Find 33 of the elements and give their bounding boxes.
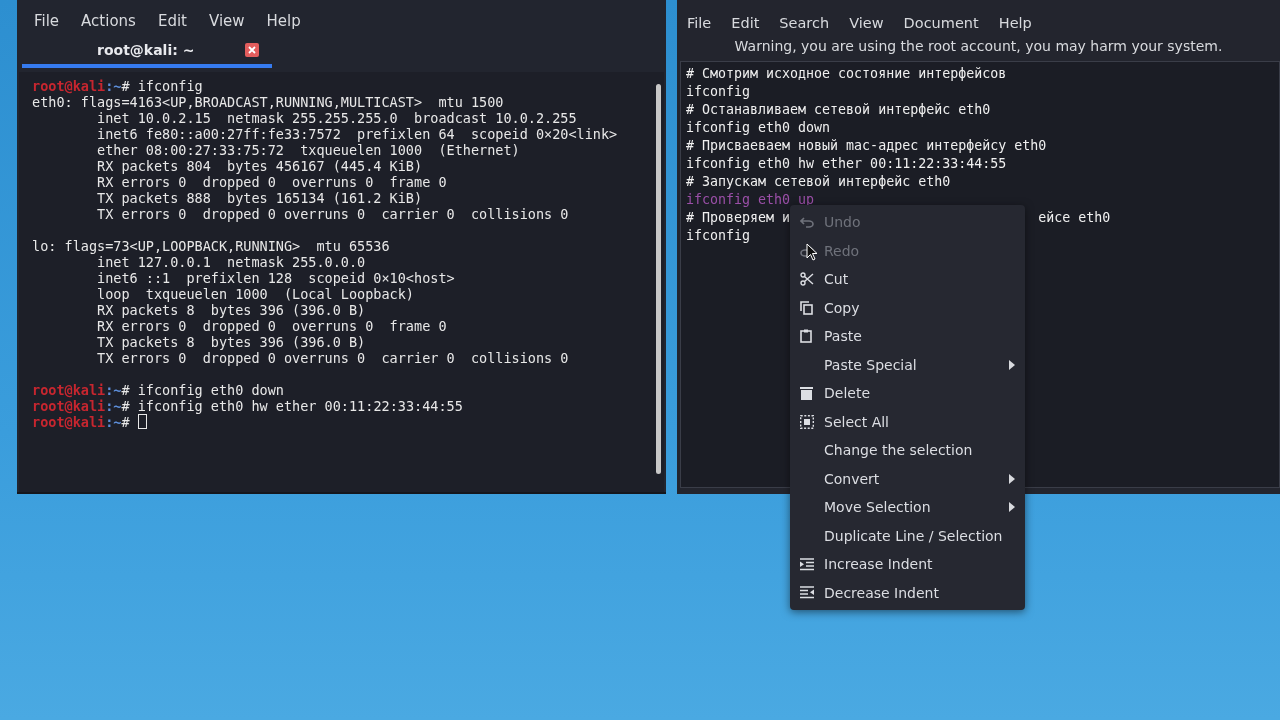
terminal-line: ether 08:00:27:33:75:72 txqueuelen 1000 (Ethernet) xyxy=(96,142,521,158)
terminal-line: root@kali:~# ifconfig eth0 hw ether 00:11:22:33:44:55 xyxy=(32,398,464,414)
tab-title: root@kali: ~ xyxy=(97,42,195,58)
editor-line: ifconfig xyxy=(686,228,751,243)
editor-line: # Останавливаем сетевой интерфейс eth0 xyxy=(686,102,991,117)
terminal-line: eth0: flags=4163<UP,BROADCAST,RUNNING,MULTICAST> mtu 1500 xyxy=(32,94,505,110)
terminal-line: RX errors 0 dropped 0 overruns 0 frame 0 xyxy=(96,174,448,190)
terminal-line: RX packets 8 bytes 396 (396.0 B) xyxy=(96,302,367,318)
terminal-line: inet 10.0.2.15 netmask 255.255.255.0 broadcast 10.0.2.255 xyxy=(96,110,578,126)
terminal-line: RX errors 0 dropped 0 overruns 0 frame 0 xyxy=(96,318,448,334)
terminal-line: root@kali:~# xyxy=(32,414,641,430)
terminal-line: TX packets 8 bytes 396 (396.0 B) xyxy=(96,334,367,350)
terminal-line: inet 127.0.0.1 netmask 255.0.0.0 xyxy=(96,254,367,270)
terminal-line: TX errors 0 dropped 0 overruns 0 carrier 0 collisions 0 xyxy=(96,206,570,222)
terminal-line: TX packets 888 bytes 165134 (161.2 KiB) xyxy=(96,190,424,206)
editor-line: ifconfig xyxy=(686,84,751,99)
editor-line: ейсе eth0 xyxy=(1038,209,1111,227)
terminal-line: inet6 ::1 prefixlen 128 scopeid 0×10<host> xyxy=(96,270,456,286)
editor-line: ifconfig eth0 up xyxy=(686,192,815,207)
terminal-line: root@kali:~# ifconfig xyxy=(32,78,204,94)
terminal-line: inet6 fe80::a00:27ff:fe33:7572 prefixlen 64 scopeid 0×20<link> xyxy=(96,126,619,142)
terminal-line: lo: flags=73<UP,LOOPBACK,RUNNING> mtu 65536 xyxy=(32,238,391,254)
editor-line: ifconfig eth0 down xyxy=(686,120,831,135)
terminal-line: loop txqueuelen 1000 (Local Loopback) xyxy=(96,286,415,302)
terminal-line: RX packets 804 bytes 456167 (445.4 KiB) xyxy=(96,158,424,174)
editor-line: # Запускам сетевой интерфейс eth0 xyxy=(686,174,951,189)
editor-line: # Присваеваем новый mac-адрес интерфейсу eth0 xyxy=(686,138,1047,153)
editor-line: # Смотрим исходное состояние интерфейсов xyxy=(686,66,1007,81)
editor-line: ifconfig eth0 hw ether 00:11:22:33:44:55 xyxy=(686,156,1007,171)
terminal-line: root@kali:~# ifconfig eth0 down xyxy=(32,382,285,398)
warning-text: Warning, you are using the root account, you may harm your system. xyxy=(733,37,1224,56)
terminal-line: TX errors 0 dropped 0 overruns 0 carrier 0 collisions 0 xyxy=(96,350,570,366)
editor-line: # Проверяем и xyxy=(686,210,791,225)
